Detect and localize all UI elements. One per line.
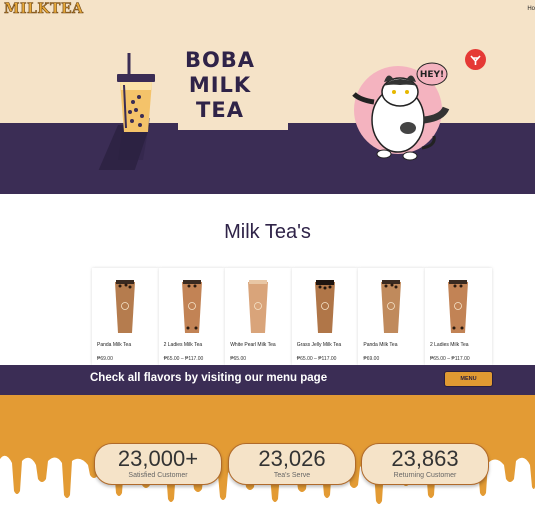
shop-badge-icon[interactable] (465, 49, 486, 70)
product-name[interactable]: 2 Ladies Milk Tea (164, 342, 203, 348)
product-card[interactable]: White Pearl Milk Tea ₱65.00 (225, 268, 292, 365)
stat-number: 23,863 (391, 446, 459, 471)
product-price: ₱65.00 – ₱117.00 (163, 356, 204, 362)
panda-milk-tea-image (381, 280, 402, 333)
grass-jelly-milk-tea-image (314, 280, 335, 333)
stat-label: Tea's Serve (273, 472, 311, 479)
product-card[interactable]: Grass Jelly Milk Tea ₱65.00 – ₱117.00 (291, 268, 359, 365)
stat-number: 23,000+ (117, 446, 199, 471)
panda-milk-tea-image (115, 280, 135, 333)
stat-label: Satisfied Customer (128, 472, 188, 479)
stat-card-satisfied: 23,000+ Satisfied Customer (94, 443, 222, 485)
hero-title-line-1: BOBA (184, 48, 256, 72)
menu-button[interactable]: MENU (444, 371, 493, 387)
site-logo[interactable]: MILKTEA (4, 1, 84, 18)
product-name[interactable]: Panda Milk Tea (97, 342, 131, 348)
section-title: Milk Tea's (224, 221, 311, 243)
product-card[interactable]: 2 Ladies Milk Tea ₱65.00 – ₱117.00 (424, 268, 492, 365)
stats-section: 23,000+ Satisfied Customer 23,026 Tea's … (0, 395, 535, 511)
stat-number: 23,026 (258, 446, 326, 471)
product-name[interactable]: 2 Ladies Milk Tea (430, 342, 469, 348)
two-ladies-milk-tea-image (447, 280, 468, 333)
product-name[interactable]: Panda Milk Tea (363, 342, 397, 348)
hero-title: BOBA MILK TEA (170, 48, 270, 123)
stat-label: Returning Customer (393, 472, 457, 479)
menu-cta-text: Check all flavors by visiting our menu p… (90, 372, 328, 384)
hero-section: BOBA MILK TEA HEY! (0, 20, 535, 194)
product-price: ₱65.00 – ₱117.00 (429, 356, 470, 362)
product-card[interactable]: Panda Milk Tea ₱69.00 (92, 268, 159, 365)
product-name[interactable]: White Pearl Milk Tea (230, 342, 275, 348)
product-list: Panda Milk Tea ₱69.00 2 Ladies Milk Tea … (92, 268, 492, 365)
product-card[interactable]: 2 Ladies Milk Tea ₱65.00 – ₱117.00 (158, 268, 226, 365)
product-name[interactable]: Grass Jelly Milk Tea (297, 342, 341, 348)
product-card[interactable]: Panda Milk Tea ₱69.00 (358, 268, 425, 365)
page: MILKTEA Ho BOBA MILK TEA HEY! Milk Tea's… (0, 0, 535, 511)
boba-cup-illustration (98, 53, 155, 170)
menu-cta-band: Check all flavors by visiting our menu p… (0, 365, 535, 395)
hero-title-line-2: MILK (188, 73, 252, 97)
hero-title-line-3: TEA (196, 98, 244, 122)
stat-card-returning: 23,863 Returning Customer (361, 443, 489, 485)
white-pearl-milk-tea-image (248, 280, 269, 333)
product-price: ₱65.00 – ₱117.00 (296, 356, 337, 362)
product-price: ₱65.00 (230, 356, 247, 362)
nav-home-link[interactable]: Ho (527, 6, 535, 12)
two-ladies-milk-tea-image (181, 280, 202, 333)
site-header: MILKTEA Ho (0, 0, 535, 20)
speech-bubble-text: HEY! (420, 70, 444, 80)
product-price: ₱69.00 (363, 356, 380, 362)
cat-mascot-illustration: HEY! (352, 62, 450, 161)
product-price: ₱69.00 (97, 356, 113, 362)
stat-card-served: 23,026 Tea's Serve (228, 443, 356, 485)
